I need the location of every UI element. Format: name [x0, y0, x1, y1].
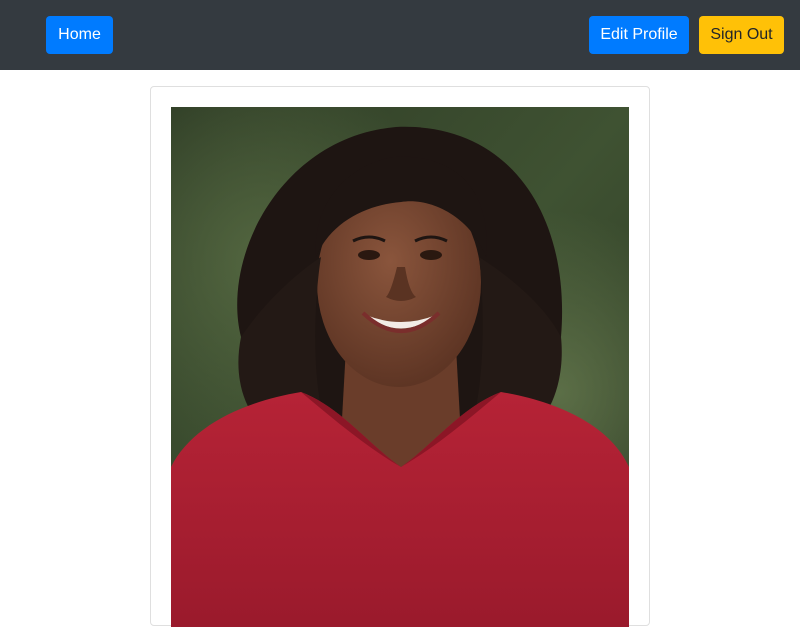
top-navbar: Home Edit Profile Sign Out [0, 0, 800, 70]
home-button[interactable]: Home [46, 16, 113, 54]
sign-out-button[interactable]: Sign Out [699, 16, 784, 54]
edit-profile-button[interactable]: Edit Profile [589, 16, 689, 54]
profile-card [150, 86, 650, 627]
profile-photo [171, 107, 629, 627]
